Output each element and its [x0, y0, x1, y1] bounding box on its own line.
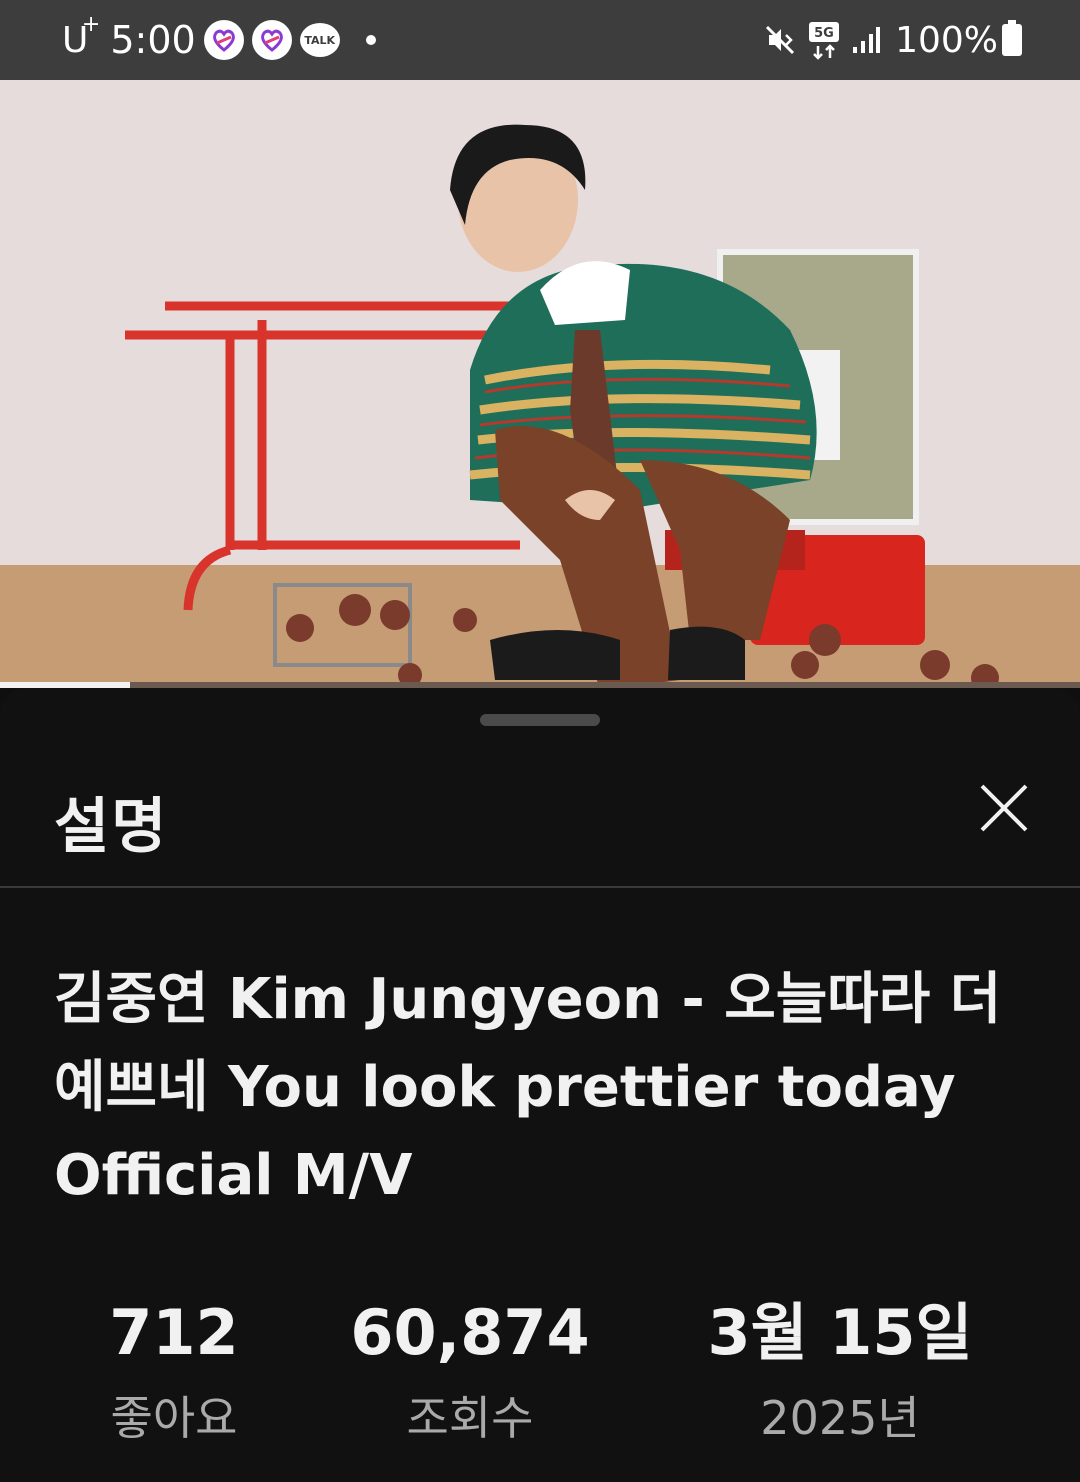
- network-5g-icon: 5G: [809, 22, 840, 60]
- views-stat: 60,874 조회수: [350, 1288, 590, 1448]
- description-sheet: 설명 김중연 Kim Jungyeon - 오늘따라 더 예쁘네 You loo…: [0, 688, 1080, 1482]
- signal-icon: [853, 27, 881, 53]
- sheet-title: 설명: [54, 792, 169, 862]
- close-icon: [980, 784, 1028, 832]
- likes-label: 좋아요: [110, 1391, 238, 1445]
- svg-text:5G: 5G: [814, 26, 834, 41]
- heart-app-icon: [203, 20, 244, 60]
- clock: 5:00: [110, 18, 196, 62]
- heart-app-icon: [251, 20, 292, 60]
- battery-percentage: 100%: [895, 19, 998, 61]
- close-button[interactable]: [972, 776, 1036, 840]
- mute-icon: [766, 25, 795, 55]
- carrier-label: U +: [62, 11, 101, 61]
- notification-dot: [365, 35, 376, 45]
- video-frame-image: [0, 80, 1080, 688]
- talk-icon: TALK: [299, 23, 340, 57]
- upload-year: 2025년: [760, 1391, 920, 1445]
- upload-date: 3월 15일: [707, 1296, 973, 1369]
- battery-icon: [1002, 20, 1022, 56]
- drag-handle[interactable]: [480, 714, 600, 726]
- video-stats: 712 좋아요 60,874 조회수 3월 15일 2025년: [0, 1288, 1080, 1448]
- likes-count: 712: [109, 1296, 239, 1369]
- likes-stat: 712 좋아요: [94, 1288, 254, 1448]
- video-title: 김중연 Kim Jungyeon - 오늘따라 더 예쁘네 You look p…: [54, 967, 1002, 1208]
- views-label: 조회수: [406, 1391, 534, 1445]
- divider: [0, 886, 1080, 888]
- status-bar: U + 5:00 TALK 5G 100%: [0, 0, 1080, 80]
- upload-date-stat: 3월 15일 2025년: [690, 1288, 990, 1448]
- views-count: 60,874: [350, 1296, 590, 1369]
- video-player[interactable]: [0, 80, 1080, 688]
